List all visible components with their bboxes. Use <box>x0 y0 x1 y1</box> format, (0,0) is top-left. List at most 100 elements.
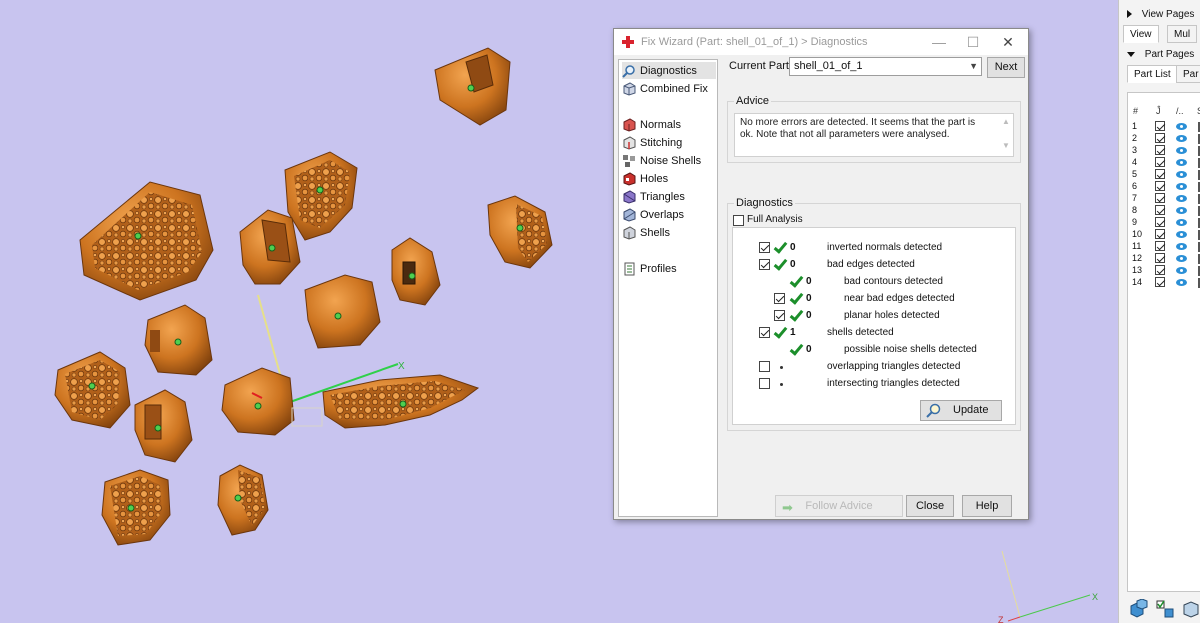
part-center-cube[interactable] <box>304 274 381 349</box>
tab-multi[interactable]: Mul <box>1167 25 1198 43</box>
part-top-right-d[interactable] <box>434 47 511 126</box>
part-cube-icon[interactable] <box>1181 599 1200 619</box>
planar-holes-checkbox[interactable] <box>774 310 785 321</box>
orientation-triad: X Z <box>998 550 1098 623</box>
intersecting-triangles-checkbox[interactable] <box>759 378 770 389</box>
table-row[interactable]: 8 <box>1132 205 1200 217</box>
row-checkbox[interactable] <box>1155 217 1165 227</box>
part-big-bubble-block[interactable] <box>79 181 214 301</box>
table-row[interactable]: 12 <box>1132 253 1200 265</box>
row-checkbox[interactable] <box>1155 205 1165 215</box>
near-bad-edges-checkbox[interactable] <box>774 293 785 304</box>
close-window-button[interactable]: ✕ <box>990 29 1026 55</box>
dialog-titlebar[interactable]: Fix Wizard (Part: shell_01_of_1) > Diagn… <box>614 29 1028 55</box>
table-row[interactable]: 9 <box>1132 217 1200 229</box>
part-pages-header[interactable]: Part Pages <box>1127 49 1194 60</box>
eye-icon[interactable] <box>1176 135 1187 142</box>
eye-icon[interactable] <box>1176 207 1187 214</box>
row-checkbox[interactable] <box>1155 145 1165 155</box>
close-button[interactable]: Close <box>906 495 954 517</box>
table-row[interactable]: 13 <box>1132 265 1200 277</box>
row-number: 4 <box>1132 157 1138 167</box>
bad-edges-checkbox[interactable] <box>759 259 770 270</box>
part-upper-bubble-wedge[interactable] <box>284 151 358 241</box>
maximize-button[interactable]: ☐ <box>955 29 991 55</box>
part-right-bubble-shell[interactable] <box>487 195 553 269</box>
inverted-normals-checkbox[interactable] <box>759 242 770 253</box>
table-row[interactable]: 11 <box>1132 241 1200 253</box>
update-button[interactable]: Update <box>920 400 1002 421</box>
part-bottom-small-shell[interactable] <box>217 464 269 536</box>
row-checkbox[interactable] <box>1155 193 1165 203</box>
shells-checkbox[interactable] <box>759 327 770 338</box>
tab-view[interactable]: View <box>1123 25 1159 43</box>
tab-part-list[interactable]: Part List <box>1127 65 1178 83</box>
nav-triangles[interactable]: Triangles <box>622 188 689 205</box>
table-row[interactable]: 7 <box>1132 193 1200 205</box>
part-bottom-bubble-block[interactable] <box>101 469 171 546</box>
tab-part-other[interactable]: Par <box>1176 65 1200 83</box>
advice-scroll-icon[interactable]: ▲ ▼ <box>1001 116 1011 150</box>
next-button[interactable]: Next <box>987 57 1025 78</box>
nav-profiles[interactable]: Profiles <box>622 260 681 277</box>
eye-icon[interactable] <box>1176 219 1187 226</box>
chevron-down-icon: ▼ <box>969 61 978 71</box>
table-row[interactable]: 4 <box>1132 157 1200 169</box>
minimize-button[interactable]: — <box>921 29 957 55</box>
row-checkbox[interactable] <box>1155 169 1165 179</box>
eye-icon[interactable] <box>1176 183 1187 190</box>
near-bad-edges-count: 0 <box>806 293 812 304</box>
nav-shells[interactable]: Shells <box>622 224 674 241</box>
col-number-header: # <box>1133 106 1139 116</box>
row-checkbox[interactable] <box>1155 265 1165 275</box>
ok-check-icon <box>789 343 803 355</box>
eye-icon[interactable] <box>1176 159 1187 166</box>
table-row[interactable]: 5 <box>1132 169 1200 181</box>
follow-advice-button[interactable]: ➡ Follow Advice <box>775 495 903 517</box>
eye-icon[interactable] <box>1176 243 1187 250</box>
table-row[interactable]: 1 <box>1132 121 1200 133</box>
row-checkbox[interactable] <box>1155 121 1165 131</box>
eye-icon[interactable] <box>1176 171 1187 178</box>
current-part-select[interactable]: shell_01_of_1 ▼ <box>789 57 982 76</box>
row-checkbox[interactable] <box>1155 181 1165 191</box>
eye-icon[interactable] <box>1176 279 1187 286</box>
row-checkbox[interactable] <box>1155 133 1165 143</box>
overlapping-triangles-checkbox[interactable] <box>759 361 770 372</box>
table-row[interactable]: 10 <box>1132 229 1200 241</box>
row-checkbox[interactable] <box>1155 277 1165 287</box>
part-selected-cube[interactable] <box>221 367 323 436</box>
table-row[interactable]: 2 <box>1132 133 1200 145</box>
table-row[interactable]: 3 <box>1132 145 1200 157</box>
eye-icon[interactable] <box>1176 195 1187 202</box>
parts-cubes-icon[interactable] <box>1129 598 1149 619</box>
eye-icon[interactable] <box>1176 231 1187 238</box>
row-checkbox[interactable] <box>1155 229 1165 239</box>
nav-diagnostics[interactable]: Diagnostics <box>622 62 716 79</box>
part-d-block-left[interactable] <box>239 209 301 285</box>
nav-combined-fix[interactable]: Combined Fix <box>622 80 712 97</box>
eye-icon[interactable] <box>1176 123 1187 130</box>
table-row[interactable]: 6 <box>1132 181 1200 193</box>
bad-contours-count: 0 <box>806 276 812 287</box>
table-row[interactable]: 14 <box>1132 277 1200 289</box>
row-checkbox[interactable] <box>1155 241 1165 251</box>
part-left-bubble-block[interactable] <box>54 351 131 429</box>
nav-noise-shells[interactable]: Noise Shells <box>622 152 705 169</box>
nav-normals[interactable]: Normals <box>622 116 685 133</box>
eye-icon[interactable] <box>1176 147 1187 154</box>
part-open-shell[interactable] <box>134 389 193 463</box>
nav-stitching[interactable]: Stitching <box>622 134 686 151</box>
row-checkbox[interactable] <box>1155 253 1165 263</box>
eye-icon[interactable] <box>1176 255 1187 262</box>
eye-icon[interactable] <box>1176 267 1187 274</box>
nav-holes[interactable]: Holes <box>622 170 672 187</box>
check-list-icon[interactable] <box>1155 599 1175 619</box>
nav-overlaps[interactable]: Overlaps <box>622 206 688 223</box>
full-analysis-checkbox[interactable] <box>733 215 744 226</box>
help-button[interactable]: Help <box>962 495 1012 517</box>
part-d-block-right[interactable] <box>391 237 441 306</box>
view-pages-header[interactable]: View Pages <box>1127 9 1194 20</box>
row-checkbox[interactable] <box>1155 157 1165 167</box>
part-left-shell-1[interactable] <box>144 304 213 376</box>
